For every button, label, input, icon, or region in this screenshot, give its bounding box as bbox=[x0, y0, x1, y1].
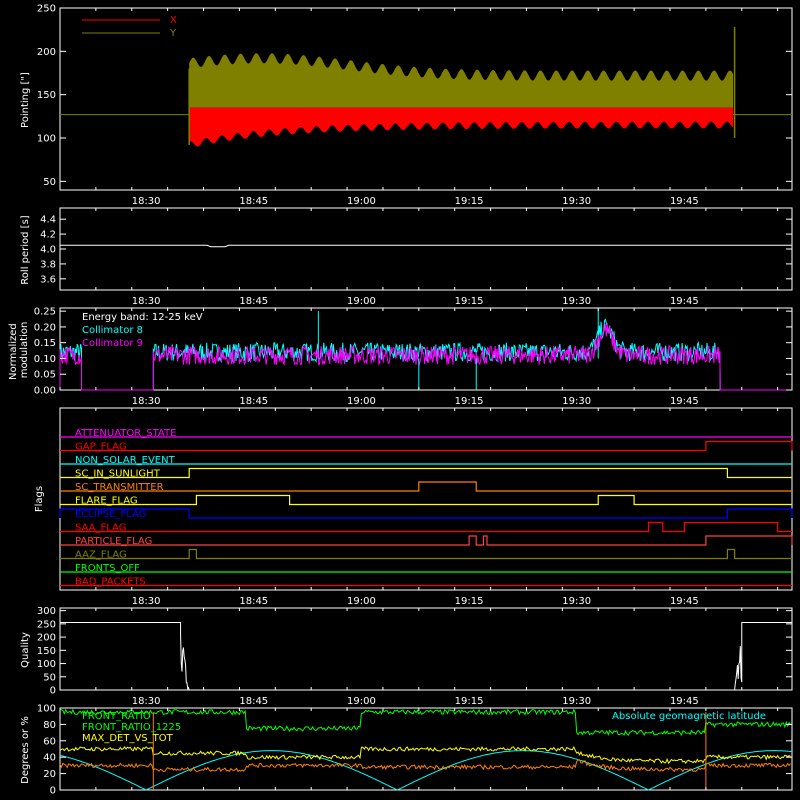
x-tick-label: 19:45 bbox=[670, 396, 699, 407]
x-tick-label: 18:45 bbox=[239, 196, 268, 207]
x-tick-label: 19:30 bbox=[562, 696, 591, 707]
x-tick-label: 19:15 bbox=[455, 396, 484, 407]
x-tick-label: 19:00 bbox=[347, 596, 376, 607]
x-tick-label: 19:30 bbox=[562, 596, 591, 607]
y-tick-label: 0.15 bbox=[34, 338, 56, 349]
pointing-y-axis-label: Pointing ["] bbox=[20, 72, 31, 128]
geomagnetic-latitude-annotation: Absolute geomagnetic latitude bbox=[612, 711, 766, 722]
y-tick-label: 150 bbox=[37, 646, 56, 657]
y-tick-label: 0.05 bbox=[34, 370, 56, 381]
y-tick-label: 300 bbox=[37, 606, 56, 617]
x-tick-label: 18:30 bbox=[132, 696, 161, 707]
y-tick-label: 150 bbox=[37, 90, 56, 101]
y-tick-label: 4.4 bbox=[40, 215, 56, 226]
x-tick-label: 19:45 bbox=[670, 696, 699, 707]
legend-front-ratio: FRONT_RATIO bbox=[82, 711, 151, 722]
x-tick-label: 19:00 bbox=[347, 396, 376, 407]
x-tick-label: 19:15 bbox=[455, 296, 484, 307]
x-tick-label: 18:45 bbox=[239, 396, 268, 407]
y-tick-label: 80 bbox=[43, 720, 56, 731]
x-tick-label: 19:15 bbox=[455, 696, 484, 707]
legend-collimator-9: Collimator 9 bbox=[82, 338, 143, 349]
y-tick-label: 4.0 bbox=[40, 245, 56, 256]
y-tick-label: 0 bbox=[50, 686, 56, 697]
y-tick-label: 50 bbox=[43, 672, 56, 683]
x-tick-label: 19:15 bbox=[455, 596, 484, 607]
y-tick-label: 250 bbox=[37, 619, 56, 630]
x-tick-label: 19:45 bbox=[670, 196, 699, 207]
y-tick-label: 60 bbox=[43, 736, 56, 747]
x-tick-label: 19:30 bbox=[562, 396, 591, 407]
x-tick-label: 18:30 bbox=[132, 396, 161, 407]
x-tick-label: 19:30 bbox=[562, 196, 591, 207]
legend-x-label: X bbox=[170, 15, 177, 26]
y-tick-label: 4.2 bbox=[40, 230, 56, 241]
roll-period-y-axis-label: Roll period [s] bbox=[20, 215, 31, 284]
x-tick-label: 18:45 bbox=[239, 696, 268, 707]
x-tick-label: 19:45 bbox=[670, 596, 699, 607]
y-tick-label: 50 bbox=[43, 177, 56, 188]
flags-y-axis-label: Flags bbox=[34, 486, 45, 512]
energy-band-annotation: Energy band: 12-25 keV bbox=[82, 312, 203, 323]
y-tick-label: 100 bbox=[37, 704, 56, 715]
y-tick-label: 100 bbox=[37, 659, 56, 670]
legend-collimator-8: Collimator 8 bbox=[82, 325, 143, 336]
x-tick-label: 19:45 bbox=[670, 296, 699, 307]
y-tick-label: 250 bbox=[37, 4, 56, 15]
x-tick-label: 18:45 bbox=[239, 296, 268, 307]
x-tick-label: 19:15 bbox=[455, 196, 484, 207]
ratios-y-axis-label: Degrees or % bbox=[20, 716, 31, 784]
rhessi-quicklook-chart: 50100150200250 18:30 18:45 19:00 19:15 19:30… bbox=[0, 0, 800, 800]
y-tick-label: 100 bbox=[37, 134, 56, 145]
flag-label: ECLIPSE_FLAG bbox=[75, 509, 146, 520]
x-tick-label: 19:00 bbox=[347, 696, 376, 707]
x-tick-label: 19:30 bbox=[562, 296, 591, 307]
y-tick-label: 20 bbox=[43, 769, 56, 780]
legend-y-label: Y bbox=[169, 28, 177, 39]
y-tick-label: 3.6 bbox=[40, 274, 56, 285]
y-tick-label: 0.10 bbox=[34, 354, 56, 365]
x-tick-label: 19:00 bbox=[347, 196, 376, 207]
quality-y-axis-label: Quality bbox=[20, 632, 31, 668]
y-tick-label: 0.20 bbox=[34, 322, 56, 333]
legend-front-ratio-1225: FRONT_RATIO_1225 bbox=[82, 722, 181, 733]
legend-max-det-vs-tot: MAX_DET_VS_TOT bbox=[82, 733, 174, 744]
y-tick-label: 200 bbox=[37, 47, 56, 58]
y-tick-label: 0.00 bbox=[34, 386, 56, 397]
x-tick-label: 18:30 bbox=[132, 296, 161, 307]
x-tick-label: 18:30 bbox=[132, 196, 161, 207]
modulation-y-axis-label: Normalized modulation bbox=[8, 320, 30, 380]
x-tick-label: 18:30 bbox=[132, 596, 161, 607]
y-tick-label: 0.25 bbox=[34, 307, 56, 318]
y-tick-label: 40 bbox=[43, 753, 56, 764]
y-tick-label: 3.8 bbox=[40, 259, 56, 270]
y-tick-label: 200 bbox=[37, 633, 56, 644]
y-tick-label: 0 bbox=[50, 786, 56, 797]
x-tick-label: 19:00 bbox=[347, 296, 376, 307]
x-tick-label: 18:45 bbox=[239, 596, 268, 607]
